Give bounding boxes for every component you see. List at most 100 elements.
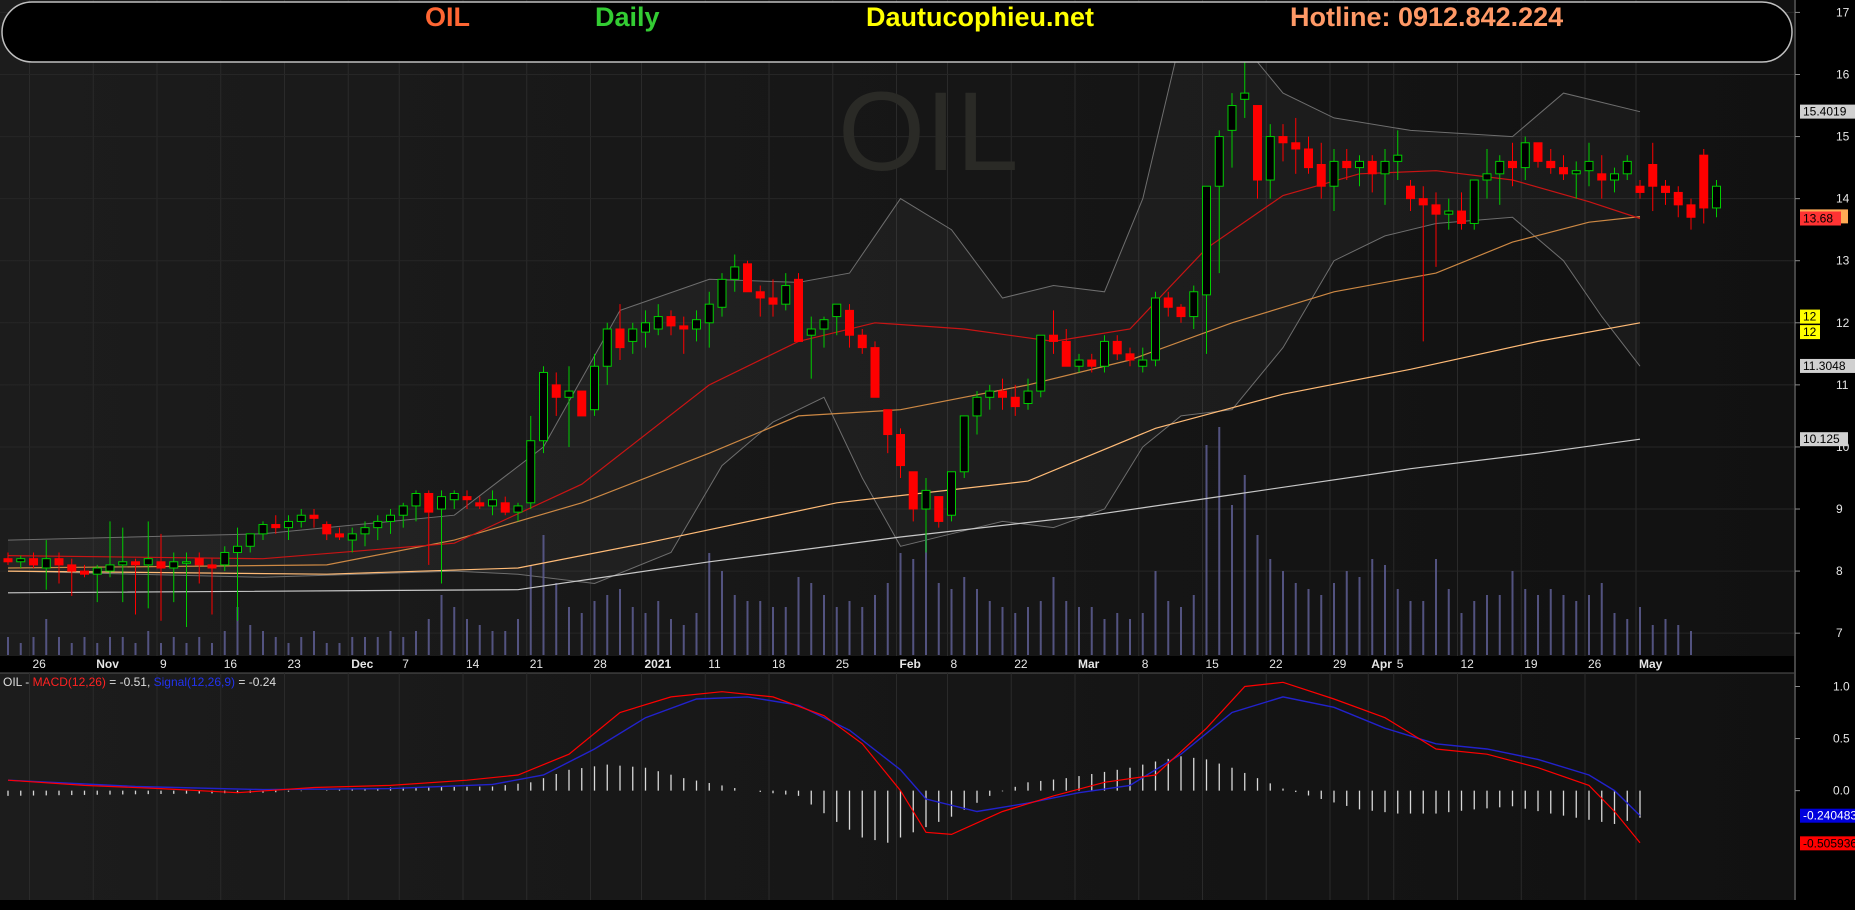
macd-axis-tick: 1.0 xyxy=(1833,679,1850,693)
candle-body-up xyxy=(1444,210,1454,215)
volume-bar xyxy=(976,589,978,655)
volume-bar xyxy=(1218,427,1221,655)
date-axis-tick: Mar xyxy=(1078,657,1100,671)
candle-body-up xyxy=(182,561,191,564)
candle-body-down xyxy=(666,316,676,327)
volume-bar xyxy=(988,601,991,655)
candle-body-down xyxy=(908,471,918,510)
candle-body-down xyxy=(1112,340,1122,355)
volume-bar xyxy=(823,595,825,655)
date-axis-tick: 11 xyxy=(708,657,721,671)
date-axis-tick: 29 xyxy=(1333,657,1347,671)
volume-bar xyxy=(517,619,519,655)
volume-bar xyxy=(134,643,137,655)
candle-body-down xyxy=(1010,396,1020,408)
volume-bar xyxy=(1473,601,1476,655)
volume-bar xyxy=(1575,601,1578,655)
volume-bar xyxy=(274,637,277,655)
candle-body-down xyxy=(1559,167,1568,175)
candle-body-up xyxy=(1151,297,1160,361)
volume-bar xyxy=(70,643,73,655)
volume-bar xyxy=(262,631,264,655)
date-axis-tick: 23 xyxy=(288,657,302,671)
candle-body-up xyxy=(959,415,969,473)
volume-bar xyxy=(466,619,468,655)
volume-bar xyxy=(1205,445,1208,655)
candle-body-down xyxy=(475,502,485,507)
candle-body-up xyxy=(1571,170,1581,175)
date-axis-tick: 15 xyxy=(1206,657,1220,671)
date-axis-tick: 28 xyxy=(594,657,608,671)
candle-body-down xyxy=(1278,136,1288,144)
stock-chart[interactable]: OIL OIL Daily Dautucophieu.net Hotline: … xyxy=(0,0,1855,910)
candle-body-down xyxy=(1597,173,1607,181)
candle-body-up xyxy=(1380,160,1390,175)
candle-body-down xyxy=(1431,204,1441,215)
candle-body-up xyxy=(1469,179,1479,224)
volume-bar xyxy=(1651,625,1654,655)
chart-canvas[interactable]: OIL OIL Daily Dautucophieu.net Hotline: … xyxy=(0,0,1855,910)
date-axis-tick: 9 xyxy=(160,657,167,671)
volume-bar xyxy=(160,643,162,655)
candle-body-down xyxy=(80,570,89,575)
volume-bar xyxy=(1562,595,1565,655)
candle-body-down xyxy=(1546,160,1556,169)
volume-bar xyxy=(1460,613,1463,655)
date-axis-tick: 12 xyxy=(1461,657,1475,671)
volume-bar xyxy=(937,583,940,655)
price-axis-tick: 16 xyxy=(1836,67,1850,81)
macd-value: = -0.51, xyxy=(106,675,154,689)
volume-bar xyxy=(121,637,124,655)
candle-body-down xyxy=(1418,198,1428,206)
candle-body-up xyxy=(653,316,663,330)
header-site: Dautucophieu.net xyxy=(866,2,1094,32)
candle-body-up xyxy=(704,303,714,324)
volume-bar xyxy=(1384,565,1386,655)
volume-bar xyxy=(1447,589,1450,655)
candle-body-down xyxy=(67,564,77,572)
volume-bar xyxy=(1231,505,1233,655)
candle-body-down xyxy=(1661,185,1670,193)
candle-body-up xyxy=(360,527,370,535)
volume-bar xyxy=(1396,589,1399,655)
volume-bar xyxy=(848,601,851,655)
candle-body-up xyxy=(641,322,650,333)
date-axis-tick: 26 xyxy=(33,657,47,671)
candle-body-down xyxy=(1699,154,1709,209)
volume-bar xyxy=(1180,607,1182,655)
volume-bar xyxy=(45,619,48,655)
price-axis-tick: 9 xyxy=(1836,502,1843,516)
candle-body-down xyxy=(1406,185,1415,200)
candle-body-up xyxy=(1138,359,1148,367)
candle-body-up xyxy=(92,567,102,575)
candle-body-down xyxy=(1253,105,1262,181)
volume-bar xyxy=(1052,577,1055,655)
volume-bar xyxy=(925,535,927,655)
candle-body-up xyxy=(373,520,383,529)
price-axis-tick: 11 xyxy=(1836,378,1849,392)
volume-bar xyxy=(1039,601,1042,655)
volume-bar xyxy=(1269,559,1272,655)
volume-bar xyxy=(338,643,341,655)
date-axis-tick: 21 xyxy=(530,657,544,671)
volume-bar xyxy=(772,607,774,655)
candle-body-down xyxy=(1316,164,1326,187)
candle-body-down xyxy=(500,502,510,513)
volume-bar xyxy=(1422,601,1425,655)
header-hotline: Hotline: 0912.842.224 xyxy=(1290,2,1563,32)
candle-body-down xyxy=(29,558,38,566)
candle-body-up xyxy=(386,514,395,522)
date-axis-tick: 8 xyxy=(951,657,958,671)
volume-bar xyxy=(1167,601,1170,655)
candle-body-down xyxy=(1508,160,1517,169)
volume-bar xyxy=(287,643,290,655)
volume-bar xyxy=(835,607,838,655)
candle-body-up xyxy=(16,558,26,563)
date-axis-tick: 22 xyxy=(1014,657,1028,671)
candle-body-up xyxy=(1240,92,1250,100)
candle-body-up xyxy=(1495,160,1505,175)
candle-body-down xyxy=(615,328,625,349)
volume-bar xyxy=(1345,571,1348,655)
date-axis-tick: Feb xyxy=(900,657,921,671)
candle-body-up xyxy=(296,514,306,522)
